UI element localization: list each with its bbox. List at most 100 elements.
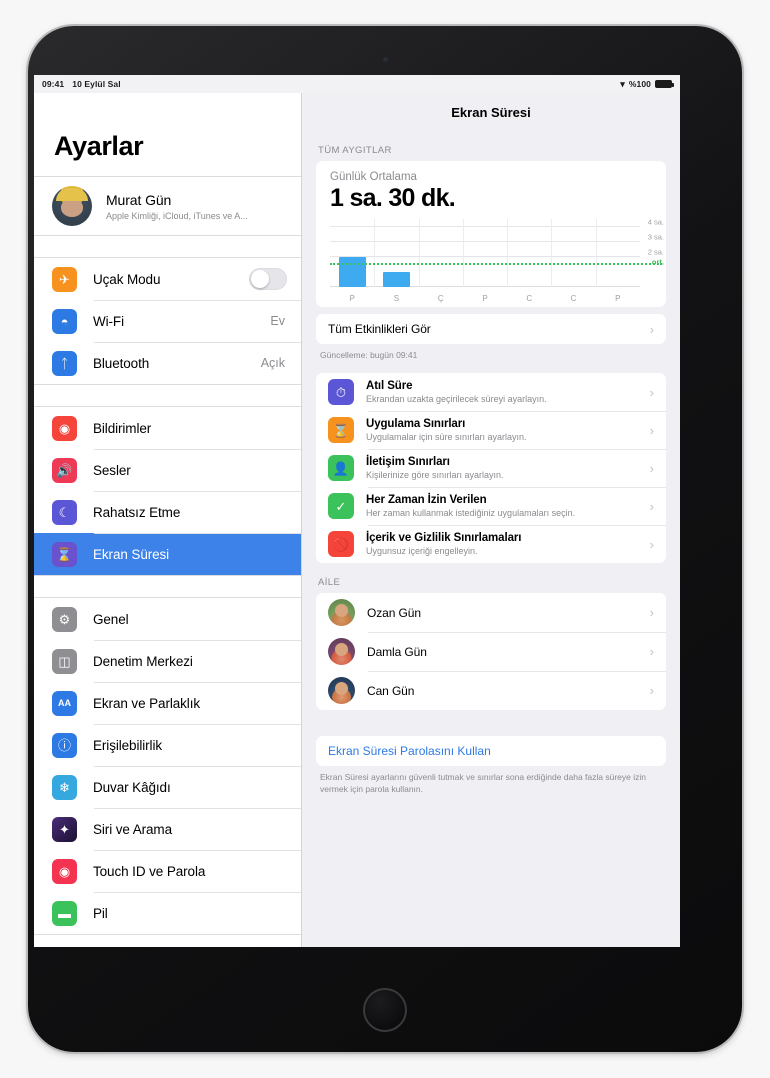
gear-icon: ⚙ <box>52 606 77 632</box>
status-bar: 09:41 10 Eylül Sal ▾ %100 <box>34 75 680 93</box>
wallpaper-icon: ❄ <box>52 774 77 800</box>
chart-axis <box>330 286 640 287</box>
row-title: İçerik ve Gizlilik Sınırlamaları <box>366 532 522 545</box>
sidebar-item-airplane-mode[interactable]: ✈ Uçak Modu <box>34 258 301 300</box>
sidebar-item-battery[interactable]: ▬ Pil <box>34 892 301 934</box>
passcode-note: Ekran Süresi ayarlarını güvenli tutmak v… <box>320 772 647 794</box>
airplane-mode-toggle[interactable] <box>249 268 287 290</box>
family-member-row[interactable]: Can Gün › <box>316 671 666 711</box>
bluetooth-icon: ᛏ <box>52 350 77 376</box>
daily-average-label: Günlük Ortalama <box>330 171 417 183</box>
settings-sidebar[interactable]: Ayarlar Murat Gün Apple Kimliği, iCloud,… <box>34 93 302 947</box>
avatar-damla <box>328 638 355 666</box>
see-all-activity-card[interactable]: Tüm Etkinlikleri Gör › <box>316 314 666 344</box>
chart-x-tick-label: C <box>570 294 577 303</box>
screen-time-detail-pane: Ekran Süresi TÜM AYGITLAR Günlük Ortalam… <box>302 93 680 947</box>
row-downtime[interactable]: ⏱ Atıl Süre Ekrandan uzakta geçirilecek … <box>316 373 666 412</box>
family-member-row[interactable]: Damla Gün › <box>316 632 666 672</box>
passcode-link-label: Ekran Süresi Parolasını Kullan <box>328 744 491 759</box>
ipad-screen: 09:41 10 Eylül Sal ▾ %100 Ayarlar Murat … <box>34 75 680 947</box>
home-button[interactable] <box>363 988 407 1032</box>
status-date: 10 Eylül Sal <box>72 79 121 89</box>
screen-time-settings-card[interactable]: ⏱ Atıl Süre Ekrandan uzakta geçirilecek … <box>316 373 666 564</box>
sidebar-item-display-brightness[interactable]: AA Ekran ve Parlaklık <box>34 682 301 724</box>
chevron-right-icon: › <box>649 605 654 621</box>
chevron-right-icon: › <box>649 644 654 660</box>
screen-time-bar-chart: 2 sa. 3 sa. 4 sa. P S Ç P C C Port. <box>330 218 664 303</box>
sidebar-item-general[interactable]: ⚙ Genel <box>34 598 301 640</box>
chart-bar <box>382 272 410 287</box>
passcode-card[interactable]: Ekran Süresi Parolasını Kullan <box>316 736 666 767</box>
sidebar-item-screen-time[interactable]: ⌛ Ekran Süresi <box>34 533 301 575</box>
family-member-name: Can Gün <box>367 683 415 698</box>
chart-vertical-gridline <box>551 219 553 287</box>
family-member-name: Damla Gün <box>367 644 427 659</box>
row-content-privacy[interactable]: 🚫 İçerik ve Gizlilik Sınırlamaları Uygun… <box>316 525 666 564</box>
sidebar-item-label: Denetim Merkezi <box>93 653 193 669</box>
battery-percent: %100 <box>628 79 651 89</box>
sidebar-item-do-not-disturb[interactable]: ☾ Rahatsız Etme <box>34 491 301 533</box>
chevron-right-icon: › <box>649 536 654 552</box>
page-title: Ayarlar <box>54 131 144 161</box>
bluetooth-value: Açık <box>260 356 285 370</box>
sidebar-item-touch-id[interactable]: ◉ Touch ID ve Parola <box>34 850 301 892</box>
chart-vertical-gridline <box>418 219 420 287</box>
sidebar-item-control-center[interactable]: ◫ Denetim Merkezi <box>34 640 301 682</box>
chart-average-line <box>330 262 662 265</box>
airplane-icon: ✈ <box>52 266 77 292</box>
user-subtitle: Apple Kimliği, iCloud, iTunes ve A... <box>106 210 248 221</box>
block-icon: 🚫 <box>328 531 354 558</box>
row-communication-limits[interactable]: 👤 İletişim Sınırları Kişilerinize göre s… <box>316 449 666 488</box>
notifications-group: ◉ Bildirimler 🔊 Sesler ☾ Rahatsız Etme ⌛… <box>34 406 301 576</box>
see-all-activity-row[interactable]: Tüm Etkinlikleri Gör › <box>316 314 666 344</box>
sidebar-item-label: Ekran Süresi <box>93 546 170 562</box>
sidebar-item-label: Rahatsız Etme <box>93 504 181 520</box>
speaker-icon: 🔊 <box>52 457 77 483</box>
sidebar-item-label: Siri ve Arama <box>93 821 172 837</box>
sidebar-item-notifications[interactable]: ◉ Bildirimler <box>34 407 301 449</box>
wifi-value: Ev <box>270 314 285 328</box>
chart-gridline <box>330 226 640 227</box>
avatar-ozan <box>328 599 355 627</box>
chart-gridline <box>330 256 640 257</box>
row-app-limits[interactable]: ⌛ Uygulama Sınırları Uygulamalar için sü… <box>316 411 666 450</box>
sidebar-item-label: Pil <box>93 905 108 921</box>
chart-y-tick-label: 3 sa. <box>647 232 664 242</box>
chart-average-label: ort. <box>651 256 664 266</box>
row-always-allowed[interactable]: ✓ Her Zaman İzin Verilen Her zaman kulla… <box>316 487 666 526</box>
chevron-right-icon: › <box>649 460 654 476</box>
detail-title: Ekran Süresi <box>451 104 531 120</box>
sidebar-item-sounds[interactable]: 🔊 Sesler <box>34 449 301 491</box>
row-title: İletişim Sınırları <box>366 456 450 469</box>
family-member-row[interactable]: Ozan Gün › <box>316 593 666 633</box>
chart-vertical-gridline <box>462 219 464 287</box>
sidebar-item-label: Sesler <box>93 462 131 478</box>
sidebar-item-apple-id[interactable]: Murat Gün Apple Kimliği, iCloud, iTunes … <box>34 177 301 235</box>
avatar <box>52 186 92 226</box>
chart-gridline <box>330 241 640 242</box>
sidebar-item-label: Bluetooth <box>93 355 150 371</box>
user-name: Murat Gün <box>106 191 172 208</box>
family-card[interactable]: Ozan Gün › Damla Gün › Can Gün › <box>316 593 666 711</box>
row-title: Her Zaman İzin Verilen <box>366 494 487 507</box>
sidebar-item-siri-search[interactable]: ✦ Siri ve Arama <box>34 808 301 850</box>
use-screen-time-passcode-row[interactable]: Ekran Süresi Parolasını Kullan <box>316 736 666 767</box>
row-title: Uygulama Sınırları <box>366 418 466 431</box>
sidebar-item-wallpaper[interactable]: ❄ Duvar Kâğıdı <box>34 766 301 808</box>
siri-icon: ✦ <box>52 816 77 842</box>
wifi-icon: ◓ <box>52 308 77 334</box>
chart-y-tick-label: 4 sa. <box>647 217 664 227</box>
chevron-right-icon: › <box>649 321 654 337</box>
chart-x-tick-label: Ç <box>437 294 444 303</box>
screen-time-summary-card[interactable]: Günlük Ortalama 1 sa. 30 dk. 2 sa. 3 sa. 4… <box>316 161 666 307</box>
status-time: 09:41 <box>42 79 65 89</box>
sidebar-item-accessibility[interactable]: ⓘ Erişilebilirlik <box>34 724 301 766</box>
chart-vertical-gridline <box>595 219 597 287</box>
control-center-icon: ◫ <box>52 648 77 674</box>
hourglass-icon: ⌛ <box>52 541 77 567</box>
sidebar-item-wifi[interactable]: ◓ Wi-Fi Ev <box>34 300 301 342</box>
sidebar-item-bluetooth[interactable]: ᛏ Bluetooth Açık <box>34 342 301 384</box>
notifications-icon: ◉ <box>52 415 77 441</box>
